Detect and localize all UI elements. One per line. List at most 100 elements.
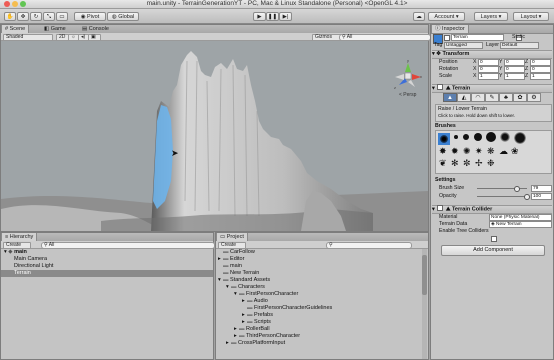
brush-palette[interactable]: ✸ ✹ ✺ ✷ ❋ ☁ ❀ ❦ ✻ ✼ ✢ ❉ bbox=[435, 130, 552, 174]
scene-orientation-gizmo[interactable]: y x z < Persp bbox=[393, 58, 423, 101]
brush-xlarge[interactable] bbox=[486, 132, 496, 142]
brush-size-slider[interactable] bbox=[477, 186, 527, 192]
terrain-settings-tool-button[interactable]: ⚙ bbox=[527, 93, 541, 102]
project-item[interactable]: ▸ ▬ CrossPlatformInput bbox=[216, 340, 421, 347]
minimize-window-button[interactable] bbox=[12, 1, 18, 7]
account-dropdown[interactable]: Account ▾ bbox=[428, 12, 465, 21]
project-item[interactable]: ▾ ▬ FirstPersonCharacter bbox=[216, 291, 421, 298]
project-item[interactable]: ▬ main bbox=[216, 263, 421, 270]
tab-game[interactable]: ◧ Game bbox=[41, 25, 69, 33]
hierarchy-create-dropdown[interactable]: Create bbox=[3, 242, 31, 249]
project-item[interactable]: ▸ ▬ Audio bbox=[216, 298, 421, 305]
opacity-slider[interactable] bbox=[477, 194, 530, 200]
opacity-slider-thumb[interactable] bbox=[524, 194, 530, 200]
collab-cloud-button[interactable]: ☁ bbox=[413, 12, 425, 21]
layout-dropdown[interactable]: Layout ▾ bbox=[513, 12, 549, 21]
layer-dropdown[interactable]: Default bbox=[500, 42, 539, 49]
terrain-component-header[interactable]: ▾ ⛰ Terrain bbox=[432, 84, 552, 93]
paint-details-tool-button[interactable]: ✿ bbox=[513, 93, 527, 102]
zoom-window-button[interactable] bbox=[20, 1, 26, 7]
tab-console[interactable]: ▤ Console bbox=[79, 25, 112, 33]
transform-z-field[interactable]: 0 bbox=[530, 66, 551, 73]
transform-z-field[interactable]: 0 bbox=[530, 59, 551, 66]
terrain-data-object-field[interactable]: ◈ New Terrain bbox=[489, 221, 552, 228]
brush-rock-icon[interactable]: ✼ bbox=[463, 158, 471, 169]
brush-size-field[interactable]: 79 bbox=[531, 185, 552, 192]
brush-soft-large[interactable] bbox=[500, 132, 510, 142]
rotate-tool-button[interactable]: ↻ bbox=[30, 12, 42, 21]
project-item[interactable]: ▸ ▬ Editor bbox=[216, 256, 421, 263]
material-object-field[interactable]: None (Physic Material) bbox=[489, 214, 552, 221]
project-item[interactable]: ▬ FirstPersonCharacterGuidelines bbox=[216, 305, 421, 312]
project-item[interactable]: ▸ ▬ Scripts bbox=[216, 319, 421, 326]
layers-dropdown[interactable]: Layers ▾ bbox=[474, 12, 508, 21]
effects-toggle[interactable]: ▣ bbox=[88, 34, 101, 41]
add-component-button[interactable]: Add Component bbox=[441, 245, 545, 256]
pause-button[interactable]: ❚❚ bbox=[266, 12, 279, 21]
brush-leaf-icon[interactable]: ❦ bbox=[439, 158, 447, 169]
project-item[interactable]: ▬ CarFollow bbox=[216, 249, 421, 256]
hand-tool-button[interactable]: ✋ bbox=[4, 12, 16, 21]
brush-small[interactable] bbox=[454, 135, 458, 139]
project-item[interactable]: ▬ New Terrain bbox=[216, 270, 421, 277]
transform-y-field[interactable]: 0 bbox=[504, 59, 525, 66]
brush-burst-icon[interactable]: ✷ bbox=[475, 146, 483, 157]
brush-dot-icon[interactable]: ❉ bbox=[487, 158, 495, 169]
opacity-field[interactable]: 100 bbox=[531, 193, 552, 200]
brush-cloud-icon[interactable]: ☁ bbox=[499, 146, 508, 157]
raise-lower-tool-button[interactable]: ▲ bbox=[443, 93, 457, 102]
step-button[interactable]: ▶| bbox=[279, 12, 292, 21]
scene-viewport[interactable]: y x z < Persp ➤ bbox=[1, 41, 428, 231]
transform-x-field[interactable]: 0 bbox=[478, 66, 499, 73]
gizmos-dropdown[interactable]: Gizmos bbox=[312, 34, 342, 41]
global-toggle[interactable]: ◍ Global bbox=[107, 12, 139, 21]
terrain-collider-component-header[interactable]: ▾ ⛰ Terrain Collider bbox=[432, 205, 552, 214]
scene-search-input[interactable]: ⚲ All bbox=[339, 34, 431, 41]
brush-flower-icon[interactable]: ❀ bbox=[511, 146, 519, 157]
hierarchy-item[interactable]: ▾ ◆ main bbox=[1, 249, 213, 256]
tab-hierarchy[interactable]: ≡ Hierarchy bbox=[1, 233, 38, 241]
brush-cross-icon[interactable]: ✢ bbox=[475, 158, 483, 169]
project-item[interactable]: ▸ ▬ RollerBall bbox=[216, 326, 421, 333]
shading-mode-dropdown[interactable]: Shaded bbox=[3, 34, 53, 41]
smooth-height-tool-button[interactable]: ◠ bbox=[471, 93, 485, 102]
project-item[interactable]: ▾ ▬ Standard Assets bbox=[216, 277, 421, 284]
project-item[interactable]: ▸ ▬ ThirdPersonCharacter bbox=[216, 333, 421, 340]
project-item[interactable]: ▾ ▬ Characters bbox=[216, 284, 421, 291]
terrain-enabled-checkbox[interactable] bbox=[437, 84, 444, 90]
brush-large[interactable] bbox=[474, 133, 482, 141]
close-window-button[interactable] bbox=[4, 1, 10, 7]
tab-project[interactable]: ▭ Project bbox=[216, 233, 248, 241]
transform-y-field[interactable]: 0 bbox=[504, 66, 525, 73]
hierarchy-search-input[interactable]: ⚲ All bbox=[41, 242, 215, 249]
brush-flake-icon[interactable]: ❋ bbox=[487, 146, 495, 157]
tab-scene[interactable]: # Scene bbox=[1, 25, 30, 33]
paint-texture-tool-button[interactable]: ✎ bbox=[485, 93, 499, 102]
enable-tree-colliders-checkbox[interactable] bbox=[491, 235, 497, 242]
hierarchy-item[interactable]: Directional Light bbox=[1, 263, 213, 270]
brush-grass-icon[interactable]: ✻ bbox=[451, 158, 459, 169]
transform-x-field[interactable]: 0 bbox=[478, 59, 499, 66]
object-name-field[interactable]: Terrain bbox=[451, 34, 504, 41]
transform-z-field[interactable]: 1 bbox=[530, 73, 551, 80]
project-create-dropdown[interactable]: Create bbox=[218, 242, 246, 249]
brush-selected[interactable] bbox=[438, 133, 450, 145]
brush-medium[interactable] bbox=[463, 134, 469, 140]
transform-x-field[interactable]: 1 bbox=[478, 73, 499, 80]
brush-star-icon[interactable]: ✸ bbox=[439, 146, 447, 157]
rect-tool-button[interactable]: ▭ bbox=[56, 12, 68, 21]
tag-dropdown[interactable]: Untagged bbox=[444, 42, 483, 49]
pivot-toggle[interactable]: ◉ Pivot bbox=[74, 12, 106, 21]
project-item[interactable]: ▸ ▬ Prefabs bbox=[216, 312, 421, 319]
play-button[interactable]: ▶ bbox=[253, 12, 266, 21]
project-scrollbar[interactable] bbox=[422, 249, 427, 359]
place-trees-tool-button[interactable]: ♣ bbox=[499, 93, 513, 102]
brush-splat-icon[interactable]: ✹ bbox=[451, 146, 459, 157]
hierarchy-item[interactable]: Terrain bbox=[1, 270, 213, 277]
move-tool-button[interactable]: ✥ bbox=[17, 12, 29, 21]
project-scroll-thumb[interactable] bbox=[422, 255, 427, 295]
brush-size-slider-thumb[interactable] bbox=[513, 186, 520, 192]
transform-component-header[interactable]: ▾ ✥ Transform bbox=[432, 50, 552, 59]
active-checkbox[interactable] bbox=[444, 35, 450, 41]
paint-height-tool-button[interactable]: ◭ bbox=[457, 93, 471, 102]
